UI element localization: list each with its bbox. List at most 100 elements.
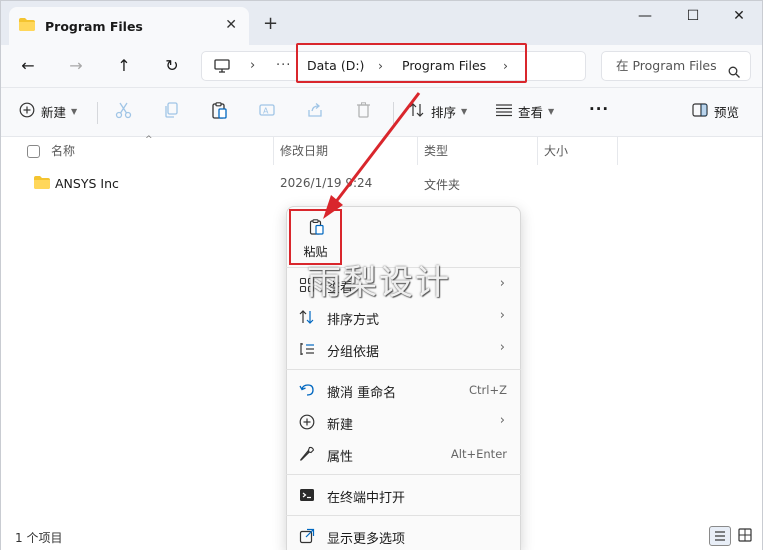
menu-item-label: 在终端中打开 — [327, 491, 406, 506]
breadcrumb-separator: › — [503, 58, 508, 73]
preview-pane-icon — [692, 103, 708, 120]
menu-item-label: 查看 — [327, 281, 354, 296]
shortcut-label: Ctrl+Z — [469, 383, 507, 397]
column-header-name[interactable]: 名称 — [51, 137, 75, 165]
breadcrumb-data-drive[interactable]: Data (D:) — [307, 58, 364, 73]
sort-icon — [299, 309, 315, 328]
breadcrumb-more-button[interactable]: ··· — [276, 58, 291, 73]
menu-item-sort-by[interactable]: 排序方式 › — [286, 302, 521, 332]
menu-item-properties[interactable]: 属性 Alt+Enter — [286, 439, 521, 469]
forward-button[interactable]: → — [61, 53, 91, 79]
menu-divider — [286, 369, 521, 370]
column-divider[interactable] — [273, 137, 274, 165]
column-divider[interactable] — [537, 137, 538, 165]
column-divider[interactable] — [617, 137, 618, 165]
up-button[interactable]: ↑ — [109, 53, 139, 79]
search-placeholder: 在 Program Files — [616, 58, 717, 73]
details-view-button[interactable] — [709, 526, 731, 546]
new-button-label: 新建 — [41, 105, 67, 120]
chevron-down-icon: ▼ — [461, 107, 468, 116]
menu-item-group-by[interactable]: 分组依据 › — [286, 334, 521, 364]
chevron-down-icon: ▼ — [548, 107, 555, 116]
column-header-size[interactable]: 大小 — [544, 137, 568, 165]
sort-icon — [409, 102, 425, 121]
table-row[interactable]: ANSYS Inc 2026/1/19 9:24 文件夹 — [31, 171, 731, 195]
search-input[interactable]: 在 Program Files — [601, 51, 751, 81]
share-icon[interactable] — [307, 102, 323, 118]
chevron-right-icon: › — [499, 413, 505, 428]
file-type: 文件夹 — [424, 178, 461, 192]
preview-button[interactable]: 预览 — [692, 102, 739, 121]
column-header-date[interactable]: 修改日期 — [280, 137, 328, 165]
menu-item-label: 分组依据 — [327, 345, 380, 360]
minimize-button[interactable]: — — [625, 5, 665, 29]
view-list-icon — [496, 103, 512, 120]
tab-close-icon[interactable]: ✕ — [225, 17, 237, 33]
sort-button-label: 排序 — [431, 105, 457, 120]
explorer-window: Program Files ✕ + — ☐ ✕ ← → ↑ ↻ › ··· 在 … — [0, 0, 763, 550]
tab-title: Program Files — [45, 18, 143, 34]
maximize-button[interactable]: ☐ — [673, 5, 713, 29]
wrench-icon — [299, 446, 315, 465]
tiles-view-button[interactable] — [735, 526, 757, 546]
view-button-label: 查看 — [518, 105, 544, 120]
group-list-icon — [299, 341, 315, 360]
computer-icon — [214, 58, 230, 77]
menu-divider — [286, 474, 521, 475]
search-icon — [728, 60, 740, 80]
new-tab-button[interactable]: + — [263, 13, 278, 34]
refresh-button[interactable]: ↻ — [157, 53, 187, 79]
file-name: ANSYS Inc — [55, 176, 119, 191]
breadcrumb-separator: › — [250, 58, 256, 73]
file-date: 2026/1/19 9:24 — [280, 176, 373, 190]
sort-button[interactable]: 排序 ▼ — [409, 102, 467, 121]
menu-item-label: 新建 — [327, 418, 354, 433]
chevron-right-icon: › — [499, 276, 505, 291]
chevron-right-icon: › — [499, 308, 505, 323]
paste-menu-button[interactable]: 粘贴 — [289, 209, 342, 265]
grid-view-icon — [299, 277, 315, 296]
item-count: 1 个项目 — [15, 531, 63, 545]
rename-icon[interactable]: A — [259, 102, 275, 118]
paste-label: 粘贴 — [303, 245, 328, 259]
menu-item-show-more-options[interactable]: 显示更多选项 — [286, 521, 521, 550]
menu-item-undo-rename[interactable]: 撤消 重命名 Ctrl+Z — [286, 375, 521, 405]
plus-circle-icon — [299, 414, 315, 433]
copy-icon[interactable] — [163, 102, 179, 118]
new-button[interactable]: 新建 ▼ — [19, 102, 77, 121]
tiles-view-icon — [738, 528, 752, 542]
view-button[interactable]: 查看 ▼ — [496, 102, 554, 121]
menu-divider — [286, 267, 521, 268]
menu-divider — [286, 515, 521, 516]
delete-icon[interactable] — [356, 102, 371, 118]
chevron-right-icon: › — [499, 340, 505, 355]
open-external-icon — [299, 528, 315, 547]
select-all-checkbox[interactable] — [27, 145, 40, 158]
menu-item-new[interactable]: 新建 › — [286, 407, 521, 437]
command-toolbar: 新建 ▼ A 排序 ▼ 查看 ▼ ··· 预览 — [1, 87, 762, 137]
paste-icon[interactable] — [211, 102, 227, 119]
svg-text:A: A — [263, 107, 269, 116]
close-window-button[interactable]: ✕ — [719, 5, 759, 29]
cut-icon[interactable] — [115, 102, 132, 119]
menu-item-label: 属性 — [327, 450, 354, 465]
menu-item-view[interactable]: 查看 › — [286, 270, 521, 300]
more-options-button[interactable]: ··· — [589, 100, 609, 118]
sort-indicator-icon: ^ — [145, 135, 153, 145]
paste-icon — [309, 219, 324, 238]
preview-button-label: 预览 — [714, 105, 740, 120]
plus-circle-icon — [19, 102, 35, 121]
folder-icon — [19, 18, 35, 34]
menu-item-open-in-terminal[interactable]: 在终端中打开 — [286, 480, 521, 510]
tab-program-files[interactable]: Program Files ✕ — [9, 7, 249, 45]
back-button[interactable]: ← — [13, 53, 43, 79]
breadcrumb-separator: › — [378, 58, 383, 73]
toolbar-divider — [393, 102, 394, 124]
column-header-type[interactable]: 类型 — [424, 137, 448, 165]
tab-bar: Program Files ✕ + — ☐ ✕ — [1, 1, 762, 45]
breadcrumb: Data (D:) › Program Files › — [296, 43, 527, 83]
terminal-icon — [299, 487, 315, 506]
folder-icon — [34, 176, 50, 192]
column-divider[interactable] — [417, 137, 418, 165]
breadcrumb-program-files[interactable]: Program Files — [402, 58, 486, 73]
